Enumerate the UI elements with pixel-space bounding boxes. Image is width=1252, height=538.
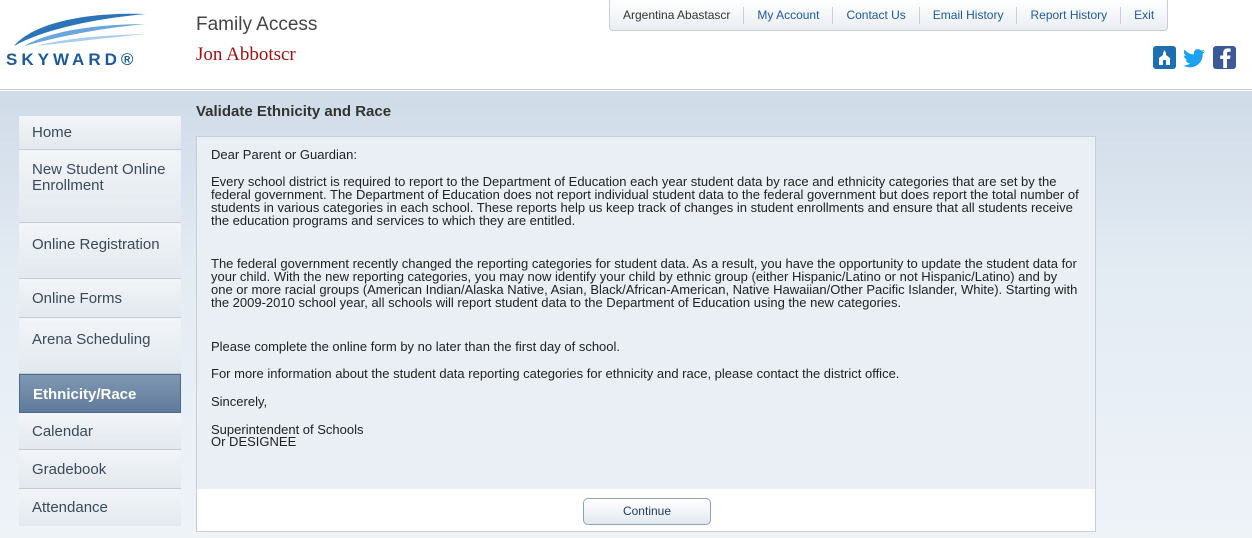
sidebar-item-online-forms[interactable]: Online Forms [19, 279, 181, 318]
top-nav: Argentina Abastascr My Account Contact U… [609, 0, 1169, 31]
facebook-icon[interactable] [1213, 46, 1236, 69]
page-title: Validate Ethnicity and Race [196, 103, 392, 120]
letter-signature-line-2: Or DESIGNEE [211, 434, 297, 449]
contact-us-link[interactable]: Contact Us [832, 6, 918, 24]
sidebar-item-new-student-online-enrollment[interactable]: New Student Online Enrollment [19, 150, 181, 223]
sidebar-item-arena-scheduling[interactable]: Arena Scheduling [19, 318, 181, 374]
letter-paragraph-4: For more information about the student d… [211, 366, 900, 381]
student-name[interactable]: Jon Abbotscr [196, 44, 296, 66]
app-title: Family Access [196, 14, 318, 35]
letter-closing: Sincerely, [211, 394, 268, 409]
letter-greeting: Dear Parent or Guardian: [211, 147, 357, 162]
letter-paragraph-3: Please complete the online form by no la… [211, 339, 621, 354]
school-icon[interactable] [1153, 46, 1176, 69]
sidebar-item-gradebook[interactable]: Gradebook [19, 450, 181, 489]
sidebar-item-online-registration[interactable]: Online Registration [19, 223, 181, 279]
exit-link[interactable]: Exit [1120, 6, 1167, 24]
twitter-icon[interactable] [1183, 46, 1206, 69]
sidebar-item-calendar[interactable]: Calendar [19, 413, 181, 450]
sidebar-item-ethnicity-race[interactable]: Ethnicity/Race [19, 374, 181, 413]
continue-button[interactable]: Continue [583, 498, 711, 525]
sidebar-item-attendance[interactable]: Attendance [19, 489, 181, 526]
skyward-logo[interactable] [6, 10, 156, 82]
header: SKYWARD® Family Access Jon Abbotscr Arge… [0, 0, 1252, 90]
logo-text: SKYWARD® [6, 50, 138, 69]
report-history-link[interactable]: Report History [1016, 6, 1120, 24]
letter-paragraph-1: Every school district is required to rep… [211, 174, 1079, 228]
social-links [1153, 46, 1236, 69]
letter-panel: Dear Parent or Guardian: Every school di… [196, 136, 1096, 532]
my-account-link[interactable]: My Account [743, 6, 832, 24]
letter-paragraph-2: The federal government recently changed … [211, 256, 1078, 310]
user-name: Argentina Abastascr [623, 7, 731, 22]
letter-body: Dear Parent or Guardian: Every school di… [197, 137, 1095, 489]
sidebar-nav: Home New Student Online Enrollment Onlin… [19, 116, 181, 526]
email-history-link[interactable]: Email History [918, 6, 1017, 24]
sidebar-item-home[interactable]: Home [19, 116, 181, 150]
